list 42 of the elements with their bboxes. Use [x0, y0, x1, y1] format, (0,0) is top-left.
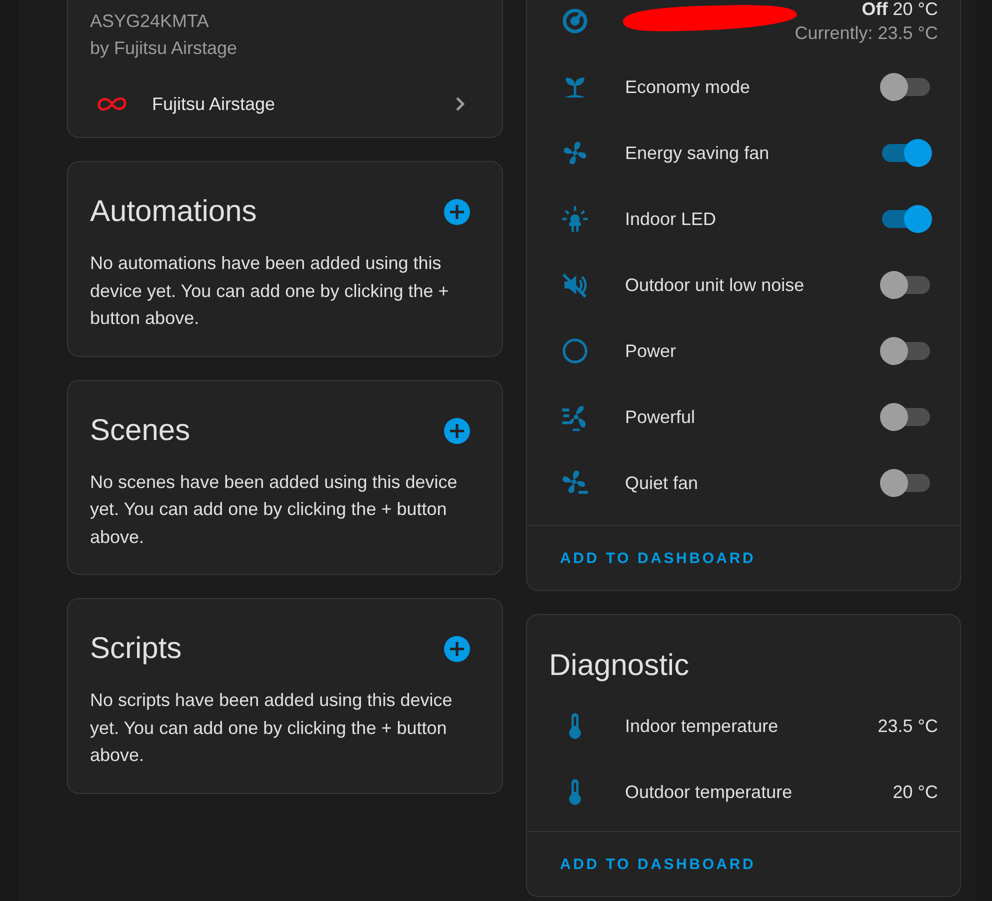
climate-state: Off 20 °C	[862, 0, 938, 21]
toggle-switch[interactable]	[880, 403, 932, 431]
fan-icon	[561, 469, 589, 497]
integration-link[interactable]: Fujitsu Airstage	[90, 80, 480, 128]
add-button[interactable]	[443, 635, 471, 663]
add-to-dashboard-button[interactable]: ADD TO DASHBOARD	[552, 846, 764, 882]
sensor-value: 23.5 °C	[878, 716, 938, 736]
section-title: Automations	[90, 194, 257, 230]
thermostat-icon	[561, 7, 589, 35]
toggle-switch[interactable]	[880, 205, 932, 233]
toggle-switch[interactable]	[880, 469, 932, 497]
entity-name: Energy saving fan	[625, 142, 770, 164]
current-temperature: Currently: 23.5 °C	[794, 22, 938, 45]
add-button[interactable]	[443, 416, 471, 444]
entity-name: Powerful	[625, 406, 696, 428]
entity-name: Economy mode	[625, 76, 752, 98]
toggle-switch[interactable]	[880, 337, 932, 365]
card-title: Diagnostic	[549, 648, 690, 684]
entity-name: Outdoor unit low noise	[625, 274, 806, 296]
section-title: Scenes	[90, 412, 190, 448]
entity-name: Power	[625, 340, 678, 362]
toggle-switch[interactable]	[880, 139, 932, 167]
entity-name: Quiet fan	[625, 472, 700, 494]
toggle-switch[interactable]	[880, 271, 932, 299]
model-text: ASYG24KMTA	[90, 10, 210, 33]
integration-name: Fujitsu Airstage	[152, 94, 276, 114]
light-bulb-icon	[561, 205, 589, 233]
entity-name: Outdoor temperature	[625, 782, 794, 802]
toggle-switch[interactable]	[880, 73, 932, 101]
add-to-dashboard-button[interactable]: ADD TO DASHBOARD	[552, 540, 764, 576]
section-text: No scenes have been added using this device yet. You can add one by clicking the + button above.	[90, 470, 458, 548]
mute-icon	[561, 271, 589, 299]
entity-name: Indoor LED	[625, 208, 718, 230]
section-text: No automations have been added using this device yet. You can add one by clicking the + button above.	[90, 252, 450, 330]
entity-name: Indoor temperature	[625, 716, 780, 736]
sensor-value: 20 °C	[892, 782, 938, 802]
circle-icon	[561, 337, 589, 365]
add-button[interactable]	[443, 198, 471, 226]
fan-icon	[561, 139, 589, 167]
section-text: No scripts have been added using this device yet. You can add one by clicking the + button above.	[90, 689, 454, 767]
manufacturer-text: by Fujitsu Airstage	[90, 37, 238, 60]
section-title: Scripts	[90, 631, 182, 667]
